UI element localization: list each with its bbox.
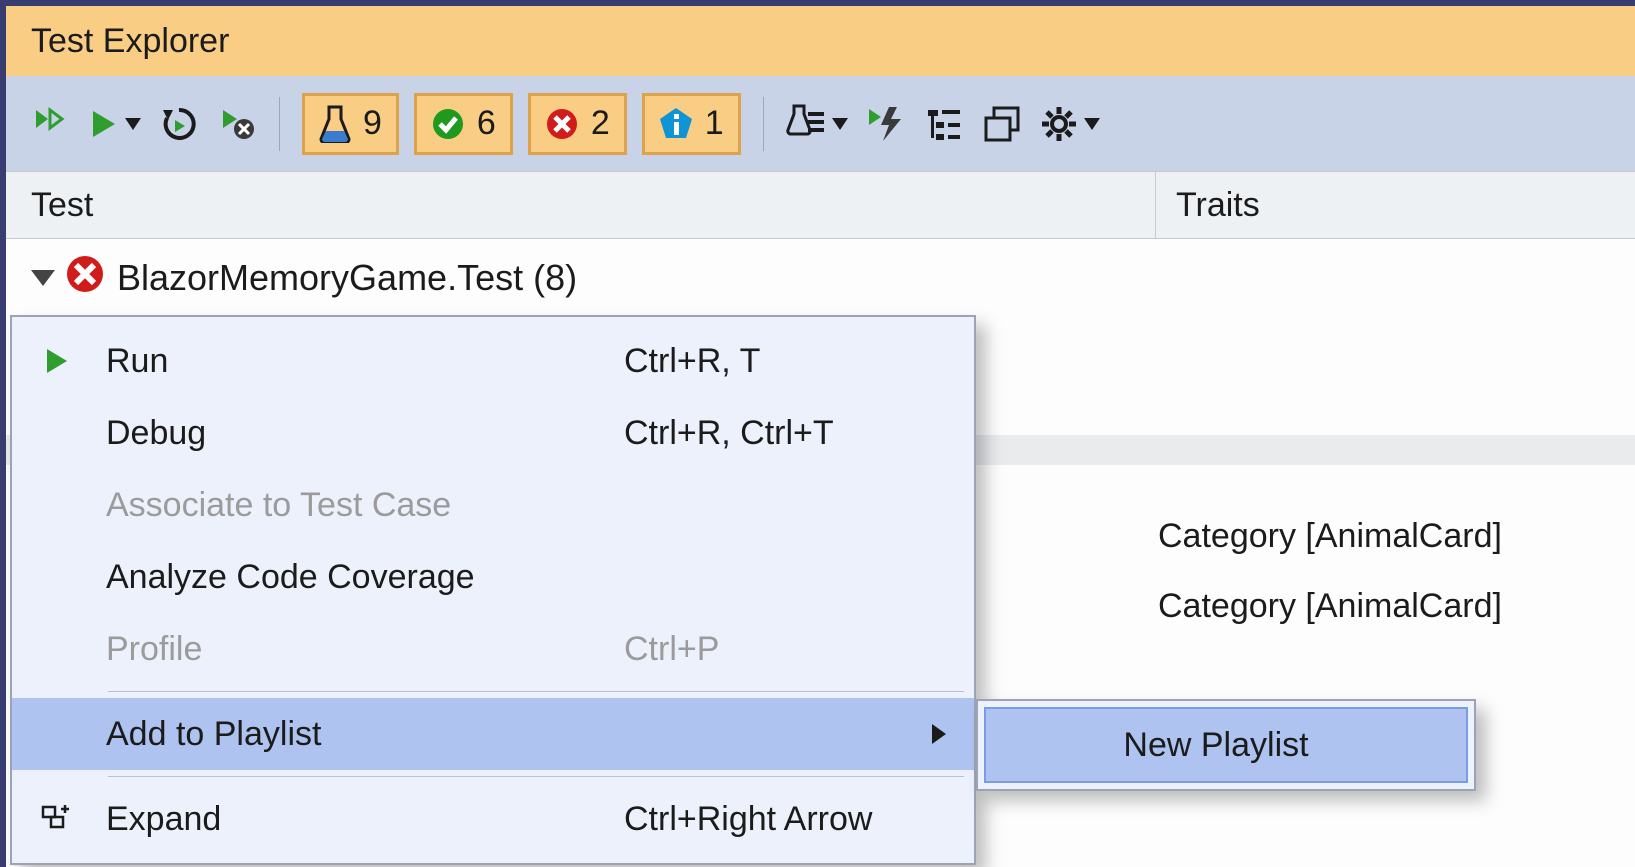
ctx-debug-shortcut: Ctrl+R, Ctrl+T bbox=[624, 414, 954, 453]
toolbar-tools-group bbox=[786, 102, 1100, 146]
failed-icon bbox=[545, 107, 579, 141]
hierarchy-icon bbox=[926, 106, 962, 142]
ctx-new-playlist-label: New Playlist bbox=[1123, 726, 1308, 765]
ctx-run-shortcut: Ctrl+R, T bbox=[624, 342, 954, 381]
play-icon bbox=[12, 347, 102, 375]
window-title: Test Explorer bbox=[31, 22, 229, 61]
column-header-traits-label: Traits bbox=[1176, 186, 1260, 225]
ctx-separator bbox=[108, 776, 964, 777]
toolbar-separator bbox=[279, 97, 280, 151]
ctx-run[interactable]: Run Ctrl+R, T bbox=[12, 325, 974, 397]
ctx-separator bbox=[108, 691, 964, 692]
status-failed-icon bbox=[65, 254, 105, 303]
group-by-button[interactable] bbox=[924, 102, 964, 146]
stat-failed[interactable]: 2 bbox=[528, 93, 627, 155]
trait-text: Category [AnimalCard] bbox=[1158, 517, 1502, 556]
run-on-build-button[interactable] bbox=[866, 102, 906, 146]
windows-icon bbox=[984, 106, 1020, 142]
title-bar: Test Explorer bbox=[6, 6, 1635, 76]
run-button[interactable] bbox=[89, 102, 141, 146]
ctx-coverage-label: Analyze Code Coverage bbox=[102, 558, 624, 597]
ctx-profile-label: Profile bbox=[102, 630, 624, 669]
ctx-expand-label: Expand bbox=[102, 800, 624, 839]
lightning-play-icon bbox=[867, 105, 905, 143]
column-header-test[interactable]: Test bbox=[6, 172, 1156, 238]
ctx-run-label: Run bbox=[102, 342, 624, 381]
toolbar-run-group bbox=[31, 102, 257, 146]
ctx-debug-label: Debug bbox=[102, 414, 624, 453]
context-submenu: New Playlist bbox=[976, 699, 1476, 791]
run-all-icon bbox=[33, 106, 69, 142]
ctx-playlist-label: Add to Playlist bbox=[102, 715, 932, 754]
tree-area: BlazorMemoryGame.Test (8) Category [Anim… bbox=[6, 239, 1635, 867]
columns-header: Test Traits bbox=[6, 171, 1635, 239]
gear-icon bbox=[1040, 105, 1078, 143]
ctx-new-playlist[interactable]: New Playlist bbox=[984, 707, 1468, 783]
stat-info-value: 1 bbox=[705, 104, 724, 143]
ctx-debug[interactable]: Debug Ctrl+R, Ctrl+T bbox=[12, 397, 974, 469]
dropdown-caret-icon bbox=[832, 118, 848, 130]
beaker-list-icon bbox=[786, 104, 826, 144]
stat-passed-value: 6 bbox=[477, 104, 496, 143]
columns-button[interactable] bbox=[982, 102, 1022, 146]
dropdown-caret-icon bbox=[125, 118, 141, 130]
ctx-profile: Profile Ctrl+P bbox=[12, 613, 974, 685]
traits-column: Category [AnimalCard] Category [AnimalCa… bbox=[1158, 239, 1635, 641]
settings-button[interactable] bbox=[1040, 102, 1100, 146]
repeat-run-icon bbox=[161, 106, 197, 142]
expander-icon[interactable] bbox=[31, 270, 55, 286]
tree-root-label: BlazorMemoryGame.Test (8) bbox=[117, 257, 577, 299]
stat-info[interactable]: 1 bbox=[642, 93, 741, 155]
passed-icon bbox=[431, 107, 465, 141]
stat-passed[interactable]: 6 bbox=[414, 93, 513, 155]
repeat-last-run-button[interactable] bbox=[159, 102, 199, 146]
stat-total-value: 9 bbox=[363, 104, 382, 143]
trait-text: Category [AnimalCard] bbox=[1158, 587, 1502, 626]
playlist-button[interactable] bbox=[786, 102, 848, 146]
toolbar-separator bbox=[763, 97, 764, 151]
run-all-button[interactable] bbox=[31, 102, 71, 146]
column-header-traits[interactable]: Traits bbox=[1156, 172, 1635, 238]
dropdown-caret-icon bbox=[1084, 118, 1100, 130]
stat-failed-value: 2 bbox=[591, 104, 610, 143]
column-header-test-label: Test bbox=[31, 186, 93, 225]
trait-value: Category [AnimalCard] bbox=[1158, 571, 1635, 641]
ctx-associate: Associate to Test Case bbox=[12, 469, 974, 541]
ctx-add-to-playlist[interactable]: Add to Playlist bbox=[12, 698, 974, 770]
beaker-icon bbox=[319, 105, 351, 143]
ctx-expand-shortcut: Ctrl+Right Arrow bbox=[624, 800, 954, 839]
run-failed-button[interactable] bbox=[217, 102, 257, 146]
ctx-associate-label: Associate to Test Case bbox=[102, 486, 624, 525]
run-failed-icon bbox=[219, 106, 255, 142]
expand-icon bbox=[12, 803, 102, 835]
ctx-expand[interactable]: Expand Ctrl+Right Arrow bbox=[12, 783, 974, 855]
ctx-coverage[interactable]: Analyze Code Coverage bbox=[12, 541, 974, 613]
stat-total[interactable]: 9 bbox=[302, 93, 399, 155]
play-icon bbox=[89, 109, 119, 139]
submenu-arrow-icon bbox=[932, 724, 946, 744]
trait-value: Category [AnimalCard] bbox=[1158, 501, 1635, 571]
toolbar: 9 6 2 bbox=[6, 76, 1635, 171]
ctx-profile-shortcut: Ctrl+P bbox=[624, 630, 954, 669]
test-explorer-window: Test Explorer bbox=[0, 0, 1635, 867]
toolbar-stats-group: 9 6 2 bbox=[302, 93, 741, 155]
info-icon bbox=[659, 107, 693, 141]
context-menu: Run Ctrl+R, T Debug Ctrl+R, Ctrl+T Assoc… bbox=[10, 315, 976, 865]
